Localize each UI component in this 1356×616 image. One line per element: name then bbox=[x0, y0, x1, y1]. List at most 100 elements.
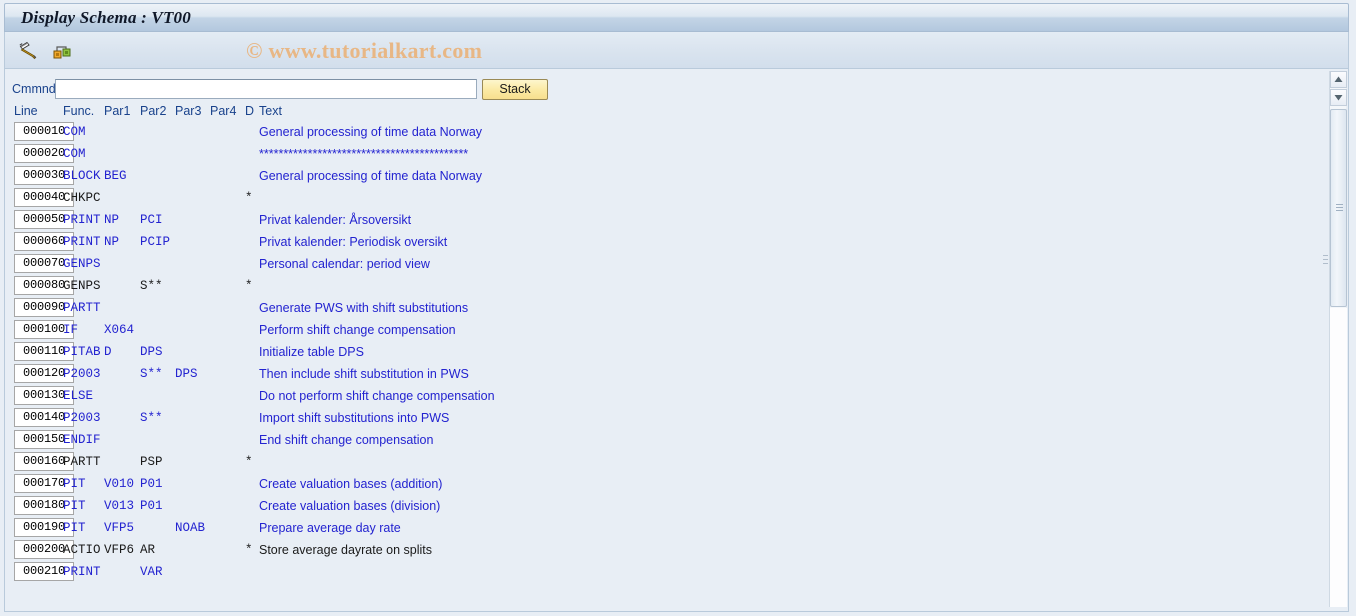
sap-window: Display Schema : VT00 © www.tutorialkart… bbox=[0, 0, 1356, 616]
table-row[interactable]: 000180 PIT V013 P01 Create valuation bases (… bbox=[5, 496, 1325, 518]
cell-par3: DPS bbox=[175, 367, 198, 381]
column-header-par1: Par1 bbox=[104, 104, 131, 118]
cell-par2: S** bbox=[140, 367, 163, 381]
table-row[interactable]: 000020 COM *******************************… bbox=[5, 144, 1325, 166]
command-row: Cmmnd Stack bbox=[5, 78, 548, 100]
cell-par2: S** bbox=[140, 279, 163, 293]
table-row[interactable]: 000040 CHKPC * bbox=[5, 188, 1325, 210]
cell-d: * bbox=[245, 543, 253, 557]
window-title-bar: Display Schema : VT00 bbox=[4, 3, 1349, 32]
table-row[interactable]: 000100 IF X064 Perform shift change compens… bbox=[5, 320, 1325, 342]
table-row[interactable]: 000200 ACTIO VFP6 AR * Store average dayrate … bbox=[5, 540, 1325, 562]
cell-text: Create valuation bases (division) bbox=[259, 499, 441, 513]
cell-par1: D bbox=[104, 345, 112, 359]
cell-text: ****************************************… bbox=[259, 147, 469, 161]
table-row[interactable]: 000050 PRINT NP PCI Privat kalender: Årsover… bbox=[5, 210, 1325, 232]
table-row[interactable]: 000190 PIT VFP5 NOAB Prepare average day rat… bbox=[5, 518, 1325, 540]
table-row[interactable]: 000010 COM General processing of time data… bbox=[5, 122, 1325, 144]
column-header-text: Text bbox=[259, 104, 282, 118]
cell-text: Initialize table DPS bbox=[259, 345, 364, 359]
scrollbar-grip-icon bbox=[1336, 204, 1343, 212]
cell-par2: PCI bbox=[140, 213, 163, 227]
cell-func: PIT bbox=[63, 521, 86, 535]
cell-text: General processing of time data Norway bbox=[259, 169, 483, 183]
cell-func: PARTT bbox=[63, 301, 101, 315]
scrollbar-thumb[interactable] bbox=[1330, 109, 1347, 307]
cell-func: P2003 bbox=[63, 411, 101, 425]
command-label: Cmmnd bbox=[12, 82, 56, 96]
cell-text: Privat kalender: Periodisk oversikt bbox=[259, 235, 448, 249]
scrollbar-track[interactable] bbox=[1330, 308, 1347, 607]
cell-func: BLOCK bbox=[63, 169, 101, 183]
table-row[interactable]: 000140 P2003 S** Import shift substitutions… bbox=[5, 408, 1325, 430]
scroll-up-arrow-icon[interactable] bbox=[1330, 71, 1347, 88]
cell-text: Create valuation bases (addition) bbox=[259, 477, 443, 491]
cell-text: Privat kalender: Årsoversikt bbox=[259, 213, 412, 227]
cell-func: COM bbox=[63, 147, 86, 161]
column-header-func: Func. bbox=[63, 104, 95, 118]
table-row[interactable]: 000160 PARTT PSP * bbox=[5, 452, 1325, 474]
vertical-scrollbar[interactable] bbox=[1329, 71, 1347, 607]
cell-func: ACTIO bbox=[63, 543, 101, 557]
cell-func: IF bbox=[63, 323, 79, 337]
cell-par3: NOAB bbox=[175, 521, 206, 535]
cell-d: * bbox=[245, 455, 253, 469]
column-header-d: D bbox=[245, 104, 255, 118]
watermark-text: © www.tutorialkart.com bbox=[246, 38, 483, 63]
stack-button[interactable]: Stack bbox=[482, 78, 548, 100]
page-title: Display Schema : VT00 bbox=[21, 7, 191, 27]
table-row[interactable]: 000150 ENDIF End shift change compensation bbox=[5, 430, 1325, 452]
command-input[interactable] bbox=[55, 79, 477, 99]
schema-table: Line Func. Par1 Par2 Par3 Par4 D Text 00… bbox=[5, 102, 1325, 584]
cell-par1: NP bbox=[104, 235, 120, 249]
cell-text: End shift change compensation bbox=[259, 433, 434, 447]
cell-par1: BEG bbox=[104, 169, 127, 183]
table-row[interactable]: 000090 PARTT Generate PWS with shift subst… bbox=[5, 298, 1325, 320]
edit-pencil-icon[interactable] bbox=[15, 37, 41, 63]
table-row[interactable]: 000060 PRINT NP PCIP Privat kalender: Period… bbox=[5, 232, 1325, 254]
cell-d: * bbox=[245, 279, 253, 293]
cell-func: PIT bbox=[63, 499, 86, 513]
table-row[interactable]: 000130 ELSE Do not perform shift change co… bbox=[5, 386, 1325, 408]
cell-text: Generate PWS with shift substitutions bbox=[259, 301, 469, 315]
cell-par2: DPS bbox=[140, 345, 163, 359]
cell-par2: PCIP bbox=[140, 235, 171, 249]
cell-par2: PSP bbox=[140, 455, 163, 469]
toolbar-icon-group bbox=[15, 37, 75, 63]
table-row[interactable]: 000110 PITAB D DPS Initialize table DPS bbox=[5, 342, 1325, 364]
table-row[interactable]: 000070 GENPS Personal calendar: period vie… bbox=[5, 254, 1325, 276]
cell-text: Personal calendar: period view bbox=[259, 257, 430, 271]
cell-func: PRINT bbox=[63, 235, 101, 249]
cell-par1: V010 bbox=[104, 477, 135, 491]
scroll-down-arrow-icon[interactable] bbox=[1330, 89, 1347, 106]
cell-func: PIT bbox=[63, 477, 86, 491]
structure-hierarchy-icon[interactable] bbox=[49, 37, 75, 63]
table-row[interactable]: 000170 PIT V010 P01 Create valuation bases (… bbox=[5, 474, 1325, 496]
cell-text: Prepare average day rate bbox=[259, 521, 401, 535]
cell-func: CHKPC bbox=[63, 191, 101, 205]
cell-par2: VAR bbox=[140, 565, 163, 579]
table-row[interactable]: 000030 BLOCK BEG General processing of time… bbox=[5, 166, 1325, 188]
cell-par2: S** bbox=[140, 411, 163, 425]
schema-content-pane: Cmmnd Stack Line Func. Par1 Par2 Par3 Pa… bbox=[4, 69, 1349, 612]
cell-func: P2003 bbox=[63, 367, 101, 381]
cell-par2: P01 bbox=[140, 477, 163, 491]
cell-func: PITAB bbox=[63, 345, 101, 359]
cell-par1: VFP5 bbox=[104, 521, 135, 535]
cell-par2: AR bbox=[140, 543, 156, 557]
cell-func: ENDIF bbox=[63, 433, 101, 447]
table-row[interactable]: 000080 GENPS S** * bbox=[5, 276, 1325, 298]
cell-func: ELSE bbox=[63, 389, 94, 403]
cell-text: Perform shift change compensation bbox=[259, 323, 456, 337]
table-body: 000010 COM General processing of time data… bbox=[5, 122, 1325, 584]
cell-par1: X064 bbox=[104, 323, 135, 337]
table-row[interactable]: 000210 PRINT VAR bbox=[5, 562, 1325, 584]
cell-text: Do not perform shift change compensation bbox=[259, 389, 495, 403]
cell-par2: P01 bbox=[140, 499, 163, 513]
cell-par1: VFP6 bbox=[104, 543, 135, 557]
cell-text: Store average dayrate on splits bbox=[259, 543, 433, 557]
cell-text: General processing of time data Norway bbox=[259, 125, 483, 139]
cell-func: PRINT bbox=[63, 565, 101, 579]
pane-splitter-handle[interactable] bbox=[1323, 255, 1328, 269]
table-row[interactable]: 000120 P2003 S** DPS Then include shift subs… bbox=[5, 364, 1325, 386]
